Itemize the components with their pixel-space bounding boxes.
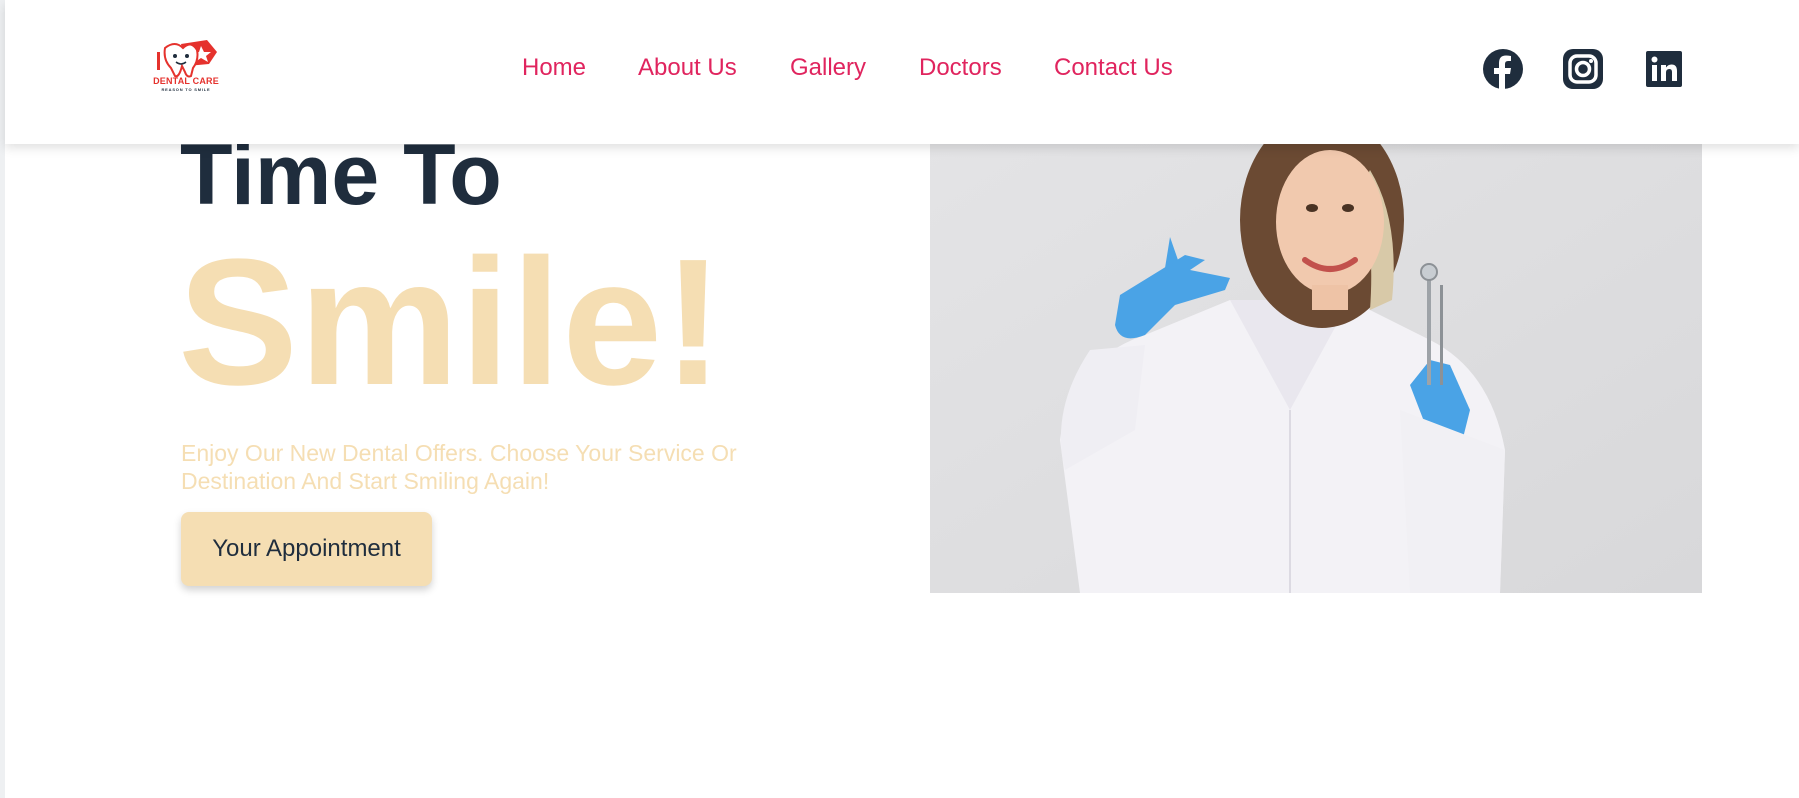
brand-name: DENTAL CARE [153,76,219,86]
hero-subtitle: Enjoy Our New Dental Offers. Choose Your… [181,440,737,494]
brand-tagline: REASON TO SMILE [161,87,211,92]
linkedin-icon[interactable] [1643,48,1685,90]
nav-doctors[interactable]: Doctors [919,53,1002,83]
appointment-button[interactable]: Your Appointment [181,512,432,586]
hero-title-line2: Smile! [178,222,725,423]
nav-gallery[interactable]: Gallery [790,53,866,83]
hero-photo [930,110,1702,593]
tooth-mascot-icon [157,40,217,78]
nav-about-us[interactable]: About Us [638,53,737,83]
nav-contact-us[interactable]: Contact Us [1054,53,1173,83]
facebook-icon[interactable] [1482,48,1524,90]
nav-home[interactable]: Home [522,53,586,83]
brand-logo[interactable]: DENTAL CARE REASON TO SMILE [151,38,221,94]
instagram-icon[interactable] [1562,48,1604,90]
site-header: DENTAL CARE REASON TO SMILE Home About U… [5,0,1799,144]
